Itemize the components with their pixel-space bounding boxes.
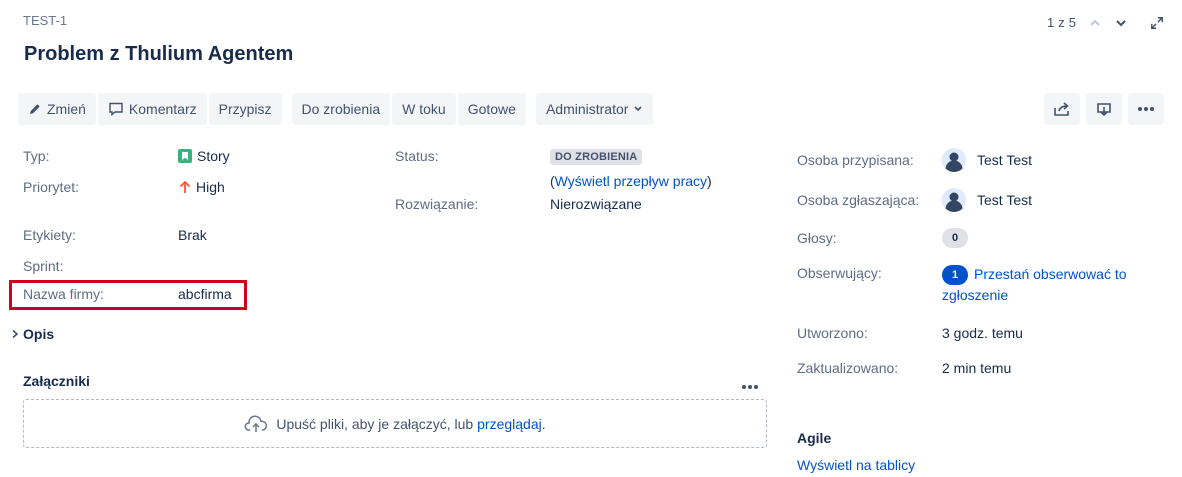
reporter-name: Test Test xyxy=(977,192,1032,208)
created-value: 3 godz. temu xyxy=(942,325,1023,341)
attachments-more-button[interactable] xyxy=(741,376,759,392)
workflow-link[interactable]: Wyświetl przepływ pracy xyxy=(555,173,707,189)
done-button-label: Gotowe xyxy=(467,101,516,117)
labels-label: Etykiety: xyxy=(23,227,76,243)
more-icon xyxy=(742,385,758,389)
export-button[interactable] xyxy=(1086,93,1122,125)
issue-toolbar: Zmień Komentarz Przypisz Do zrobienia W … xyxy=(18,93,655,125)
browse-link[interactable]: przeglądaj. xyxy=(477,416,546,432)
assignee-label: Osoba przypisana: xyxy=(797,152,914,168)
assignee-name: Test Test xyxy=(977,152,1032,168)
votes-count: 0 xyxy=(942,228,968,248)
dropzone-text-main: Upuść pliki, aby je załączyć, lub xyxy=(276,415,474,432)
done-button[interactable]: Gotowe xyxy=(457,93,526,125)
status-badge[interactable]: DO ZROBIENIA xyxy=(550,149,643,165)
in-progress-button[interactable]: W toku xyxy=(392,93,456,125)
edit-button[interactable]: Zmień xyxy=(18,93,96,125)
workflow-paren-close: ) xyxy=(707,173,712,189)
story-icon xyxy=(178,149,192,163)
view-on-board-link[interactable]: Wyświetl na tablicy xyxy=(797,457,915,473)
more-icon xyxy=(1138,107,1154,111)
votes-value[interactable]: 0 xyxy=(942,228,968,248)
attachments-title: Załączniki xyxy=(23,373,90,389)
todo-button-label: Do zrobienia xyxy=(301,101,381,117)
resolution-value: Nierozwiązane xyxy=(550,196,642,212)
comment-button-label: Komentarz xyxy=(128,101,197,117)
chevron-down-icon[interactable] xyxy=(1114,16,1128,30)
assign-button-label: Przypisz xyxy=(218,101,272,117)
avatar xyxy=(942,148,966,172)
chevron-up-icon[interactable] xyxy=(1088,16,1102,30)
issue-title[interactable]: Problem z Thulium Agentem xyxy=(24,43,293,66)
updated-value: 2 min temu xyxy=(942,360,1012,376)
votes-label: Głosy: xyxy=(797,230,837,246)
priority-high-icon xyxy=(179,180,191,193)
priority-label: Priorytet: xyxy=(23,179,80,195)
labels-value[interactable]: Brak xyxy=(178,227,207,243)
chevron-right-icon xyxy=(12,329,19,339)
comment-icon xyxy=(109,102,123,116)
pager-counter: 1 z 5 xyxy=(1047,15,1077,30)
share-button[interactable] xyxy=(1044,93,1080,125)
resolution-label: Rozwiązanie: xyxy=(395,196,479,212)
assignee-value[interactable]: Test Test xyxy=(942,148,1032,172)
share-icon xyxy=(1054,102,1069,116)
type-label: Typ: xyxy=(23,148,50,164)
watchers-value: 1 Przestań obserwować to zgłoszenie xyxy=(942,264,1152,306)
in-progress-button-label: W toku xyxy=(402,101,446,117)
chevron-down-icon xyxy=(634,106,642,112)
issue-pager: 1 z 5 xyxy=(1047,15,1164,30)
created-label: Utworzono: xyxy=(797,325,868,341)
dropzone-text: Upuść pliki, aby je załączyć, lub przegl… xyxy=(276,416,545,432)
agile-title: Agile xyxy=(797,430,832,446)
status-label: Status: xyxy=(395,148,439,164)
sprint-label: Sprint: xyxy=(23,258,64,274)
admin-dropdown[interactable]: Administrator xyxy=(535,93,654,125)
company-label: Nazwa firmy: xyxy=(23,286,104,302)
description-title: Opis xyxy=(23,326,55,342)
reporter-value[interactable]: Test Test xyxy=(942,188,1032,212)
type-value: Story xyxy=(178,148,230,164)
more-actions-button[interactable] xyxy=(1128,93,1164,125)
type-value-text: Story xyxy=(197,148,230,164)
cloud-upload-icon xyxy=(244,415,268,432)
issue-key[interactable]: TEST-1 xyxy=(23,13,67,28)
company-value[interactable]: abcfirma xyxy=(178,286,232,302)
comment-button[interactable]: Komentarz xyxy=(97,93,207,125)
reporter-label: Osoba zgłaszająca: xyxy=(797,192,920,208)
workflow-link-wrap: ( Wyświetl przepływ pracy ) xyxy=(550,173,712,189)
edit-button-label: Zmień xyxy=(47,101,86,117)
expand-icon[interactable] xyxy=(1150,16,1164,30)
updated-label: Zaktualizowano: xyxy=(797,360,899,376)
pencil-icon xyxy=(30,104,40,114)
issue-actions xyxy=(1044,93,1164,125)
watchers-count[interactable]: 1 xyxy=(942,265,968,286)
priority-value: High xyxy=(179,179,225,195)
avatar xyxy=(942,188,966,212)
admin-dropdown-label: Administrator xyxy=(545,101,629,117)
assign-button[interactable]: Przypisz xyxy=(208,93,282,125)
todo-button[interactable]: Do zrobienia xyxy=(291,93,391,125)
status-value[interactable]: DO ZROBIENIA xyxy=(550,147,643,165)
export-icon xyxy=(1097,103,1111,117)
watchers-label: Obserwujący: xyxy=(797,265,882,281)
stop-watching-link-line2[interactable]: zgłoszenie xyxy=(942,287,1008,303)
description-toggle[interactable]: Opis xyxy=(11,326,54,342)
attachment-dropzone[interactable]: Upuść pliki, aby je załączyć, lub przegl… xyxy=(23,399,767,448)
stop-watching-link-line1[interactable]: Przestań obserwować to xyxy=(974,266,1127,282)
priority-value-text: High xyxy=(196,179,225,195)
